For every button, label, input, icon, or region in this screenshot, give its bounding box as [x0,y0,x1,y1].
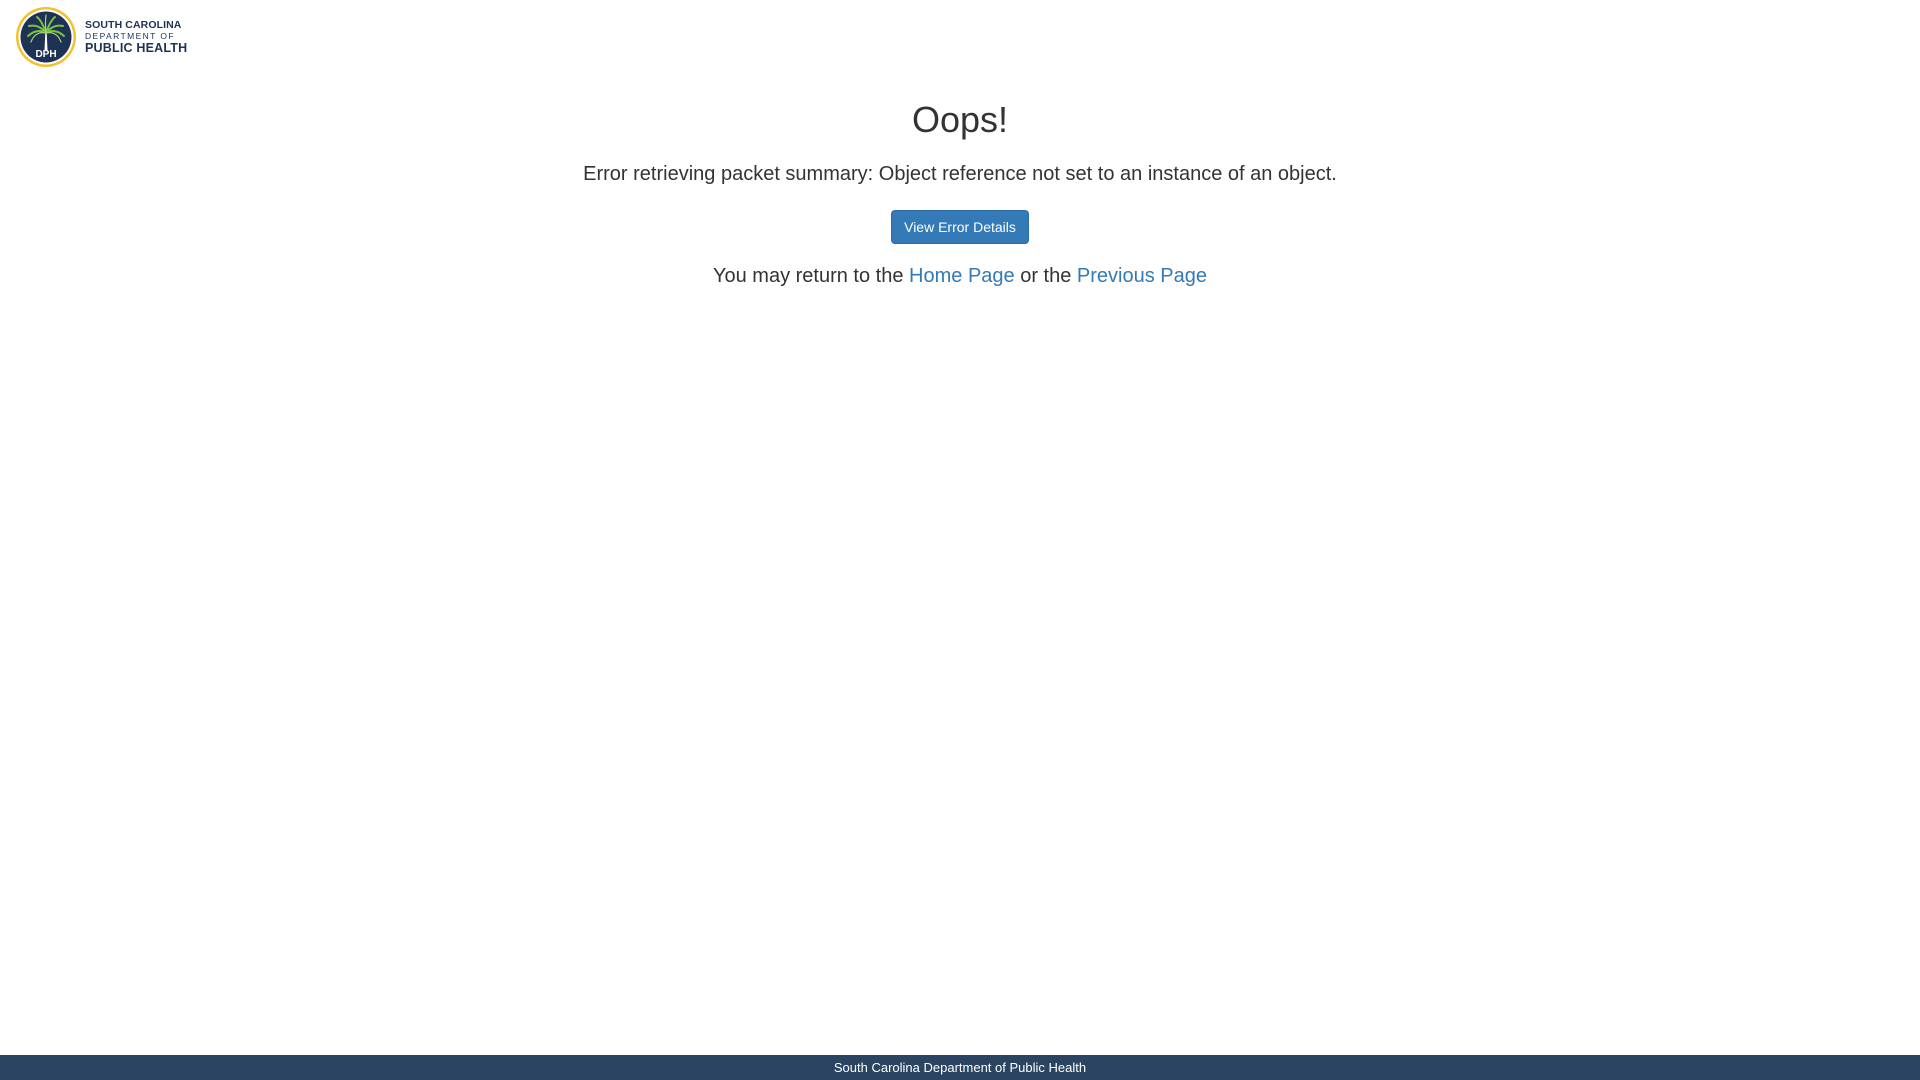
footer: South Carolina Department of Public Heal… [0,1055,1920,1080]
logo-wordmark: SOUTH CAROLINA DEPARTMENT OF PUBLIC HEAL… [85,20,187,55]
return-prefix-text: You may return to the [712,264,910,287]
sc-dph-logo-link[interactable]: DPH SOUTH CAROLINA DEPARTMENT OF PUBLIC … [15,6,187,68]
footer-text: South Carolina Department of Public Heal… [833,1060,1087,1075]
logo-line-state: SOUTH CAROLINA [85,18,182,31]
logo-line-public-health: PUBLIC HEALTH [85,40,188,55]
return-middle-text: or the [1014,264,1077,287]
header: DPH SOUTH CAROLINA DEPARTMENT OF PUBLIC … [15,6,187,68]
error-message: Error retrieving packet summary: Object … [583,162,1337,185]
logo-line-department: DEPARTMENT OF [85,31,175,42]
previous-page-link[interactable]: Previous Page [1077,265,1207,287]
return-navigation-text: You may return to the Home Page or the P… [0,263,1920,290]
error-content: Oops! Error retrieving packet summary: O… [0,100,1920,290]
seal-text: DPH [35,49,56,60]
dph-seal-icon: DPH [16,7,76,67]
view-error-details-button[interactable]: View Error Details [891,209,1029,244]
page-title: Oops! [911,99,1009,140]
error-page: DPH SOUTH CAROLINA DEPARTMENT OF PUBLIC … [0,0,1920,1080]
home-page-link[interactable]: Home Page [909,265,1015,287]
